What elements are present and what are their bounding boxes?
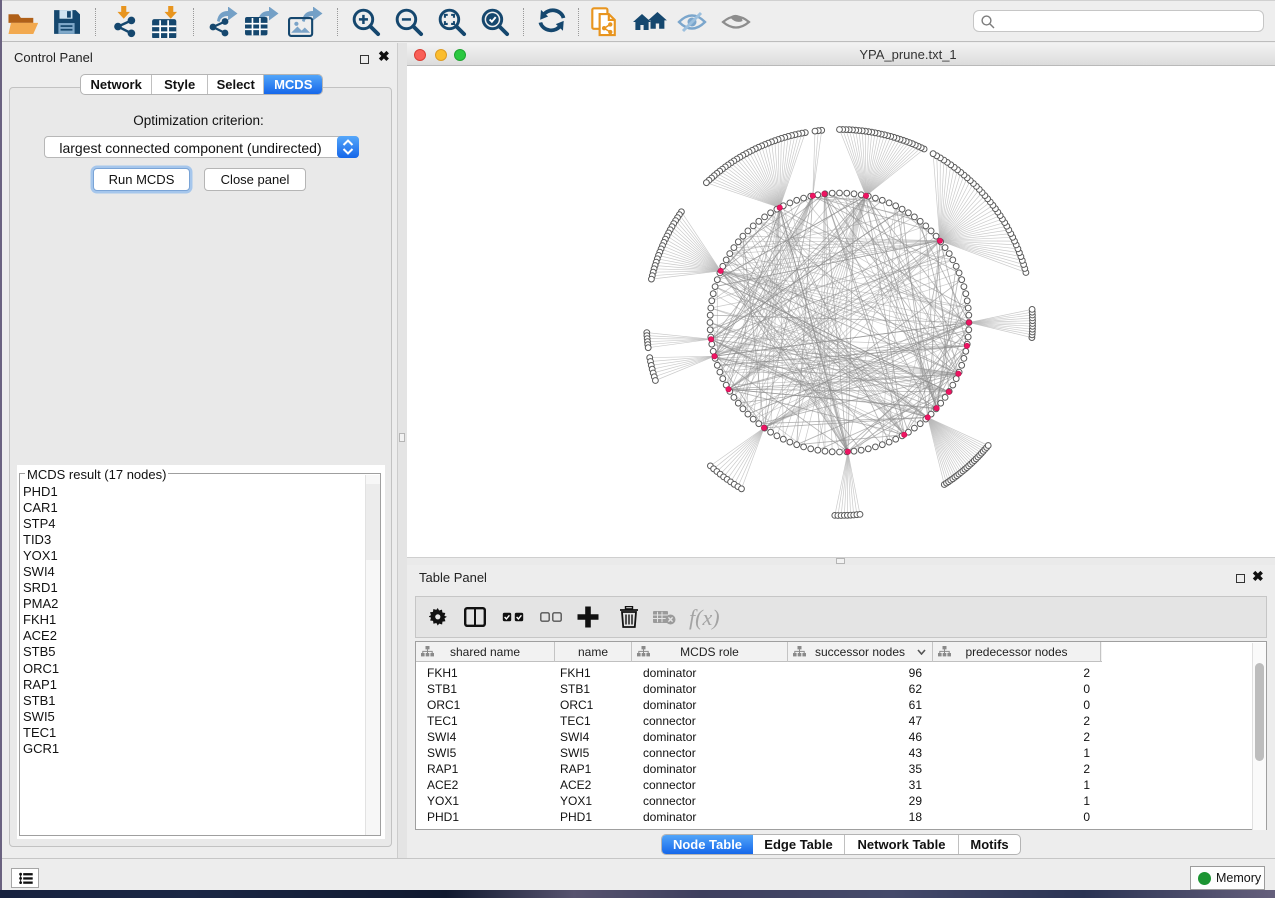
svg-text:f(x): f(x): [689, 605, 720, 630]
